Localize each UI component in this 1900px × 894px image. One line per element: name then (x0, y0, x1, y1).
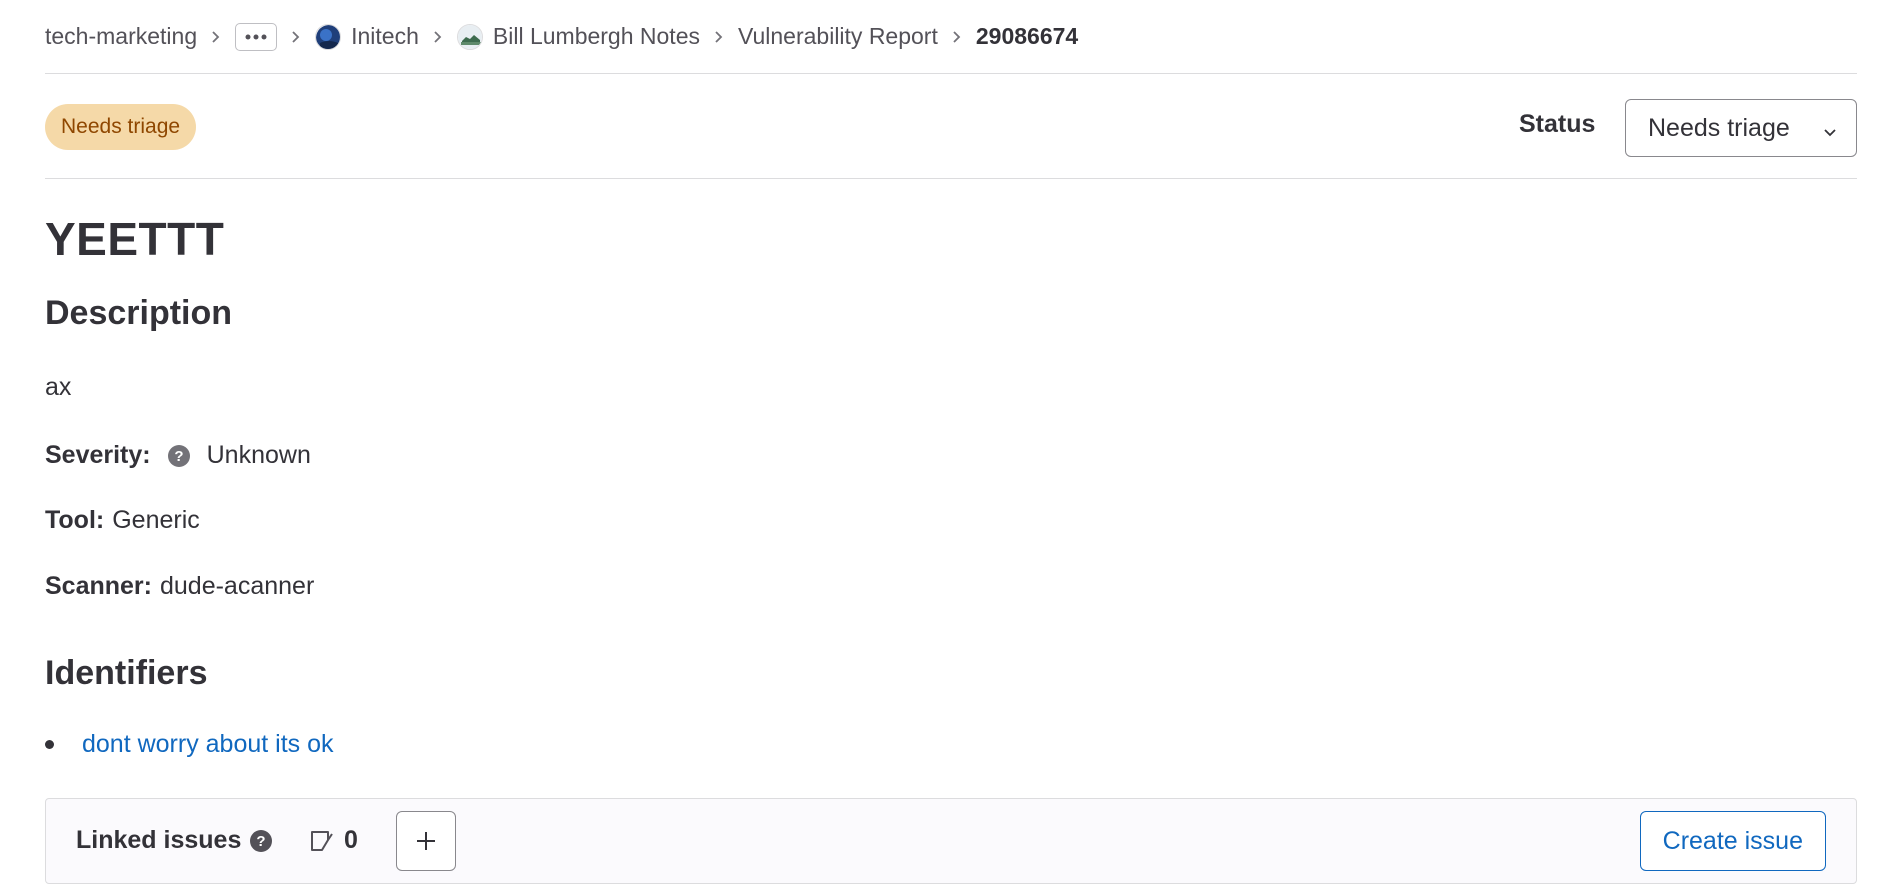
scanner-row: Scanner: dude-acanner (45, 572, 314, 601)
breadcrumb: tech-marketing Initech Bill Lumbergh Not… (45, 0, 1857, 74)
list-item: dont worry about its ok (45, 730, 334, 759)
severity-value: Unknown (206, 441, 311, 469)
identifiers-list: dont worry about its ok (45, 730, 334, 759)
chevron-right-icon (432, 30, 444, 44)
linked-issues-heading: Linked issues ? (76, 826, 273, 855)
breadcrumb-current-id: 29086674 (975, 23, 1079, 49)
issues-icon (311, 830, 333, 851)
breadcrumb-item-project[interactable]: Bill Lumbergh Notes (456, 23, 700, 50)
status-dropdown[interactable]: Needs triage (1625, 99, 1857, 157)
vulnerability-page: tech-marketing Initech Bill Lumbergh Not… (45, 0, 1857, 894)
breadcrumb-link-vulnerability-report[interactable]: Vulnerability Report (738, 23, 938, 50)
add-linked-issue-button[interactable] (396, 811, 456, 871)
breadcrumb-link-initech[interactable]: Initech (351, 23, 419, 50)
chevron-right-icon (210, 30, 222, 44)
severity-row: Severity: ? Unknown (45, 441, 311, 470)
identifier-link[interactable]: dont worry about its ok (82, 730, 334, 759)
breadcrumb-item-initech[interactable]: Initech (315, 23, 419, 50)
linked-issues-count-value: 0 (344, 826, 358, 854)
tool-label: Tool: (45, 506, 105, 534)
severity-label: Severity: (45, 441, 151, 469)
scanner-value: dude-acanner (159, 572, 315, 600)
breadcrumb-link-project[interactable]: Bill Lumbergh Notes (493, 23, 700, 50)
status-dropdown-value: Needs triage (1648, 113, 1790, 142)
initech-avatar (315, 23, 342, 50)
status-badge: Needs triage (45, 104, 197, 150)
chevron-right-icon (951, 30, 963, 44)
ellipsis-icon[interactable] (235, 22, 278, 51)
breadcrumb-item-more[interactable] (235, 22, 278, 51)
tool-row: Tool: Generic (45, 506, 200, 535)
identifiers-heading: Identifiers (45, 654, 208, 692)
linked-issues-count: 0 (308, 826, 358, 855)
question-icon[interactable]: ? (167, 444, 191, 468)
status-header: Needs triage Status Needs triage (45, 74, 1857, 179)
create-issue-button[interactable]: Create issue (1639, 811, 1826, 871)
linked-issues-title: Linked issues (76, 826, 242, 854)
linked-issues-card: Linked issues ? 0 Create issue (45, 798, 1857, 884)
question-icon[interactable]: ? (249, 829, 273, 853)
breadcrumb-item-vulnerability-report[interactable]: Vulnerability Report (738, 23, 938, 50)
chevron-down-icon (1822, 118, 1838, 147)
tool-value: Generic (112, 506, 200, 534)
breadcrumb-item-current: 29086674 (976, 23, 1078, 50)
page-title: YEETTT (45, 213, 225, 265)
svg-text:?: ? (257, 833, 266, 850)
description-heading: Description (45, 294, 233, 332)
breadcrumb-link-tech-marketing[interactable]: tech-marketing (45, 23, 197, 50)
chevron-right-icon (713, 30, 725, 44)
svg-text:?: ? (174, 448, 183, 465)
plus-icon (417, 832, 435, 850)
project-avatar (456, 23, 483, 50)
bullet (45, 740, 54, 749)
description-text: ax (45, 373, 72, 401)
breadcrumb-item-group[interactable]: tech-marketing (45, 23, 197, 50)
status-label: Status (1519, 110, 1596, 138)
chevron-right-icon (290, 30, 302, 44)
scanner-label: Scanner: (45, 572, 152, 600)
